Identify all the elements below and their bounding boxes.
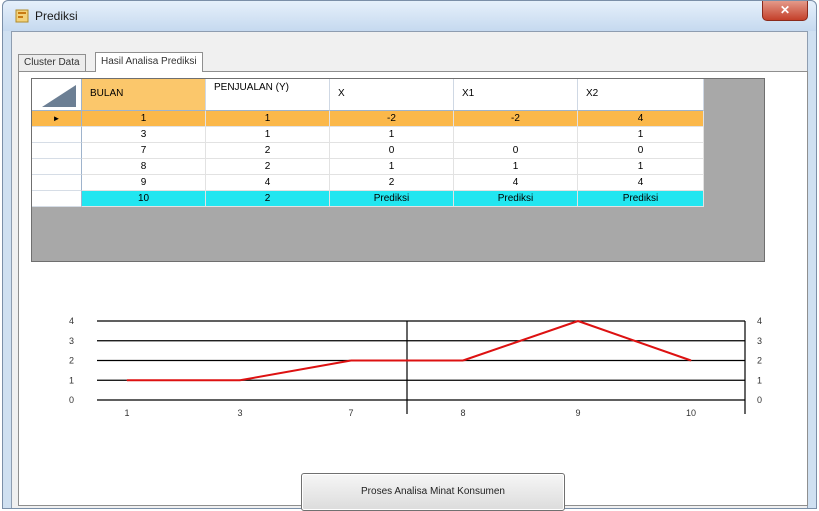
y-tick-label-right: 3 [757,336,762,346]
x-tick-label: 8 [460,408,465,418]
x-tick-label: 7 [348,408,353,418]
column-header[interactable]: X2 [578,79,704,111]
column-header[interactable]: BULAN [82,79,206,111]
grid-cell[interactable]: 10 [82,191,206,207]
grid-cell[interactable] [454,127,578,143]
data-point [690,360,692,361]
grid-cell[interactable]: 1 [206,111,330,127]
y-tick-label-right: 0 [757,395,762,405]
grid-cell[interactable]: 1 [578,159,704,175]
grid-cell[interactable]: 1 [82,111,206,127]
window-title: Prediksi [35,9,78,23]
y-tick-label-left: 1 [69,375,74,385]
row-header[interactable] [32,159,82,175]
prediksi-window: Prediksi ✕ Cluster Data Hasil Analisa Pr… [2,0,817,511]
y-tick-label-right: 4 [757,316,762,326]
data-point [126,379,128,381]
y-tick-label-left: 3 [69,336,74,346]
x-tick-label: 9 [575,408,580,418]
tab-page-hasil-analisa: BULAN PENJUALAN (Y) X X1 X2 ► 1 1 -2 -2 4 3 1 1 1 7 2 0 0 0… [18,71,808,511]
proses-analisa-button[interactable]: Proses Analisa Minat Konsumen [301,473,565,511]
series-line-segment [239,359,352,382]
column-header[interactable]: X1 [454,79,578,111]
grid-cell[interactable]: 1 [330,159,454,175]
row-header[interactable] [32,127,82,143]
grid-cell[interactable]: 2 [206,159,330,175]
window-left-frame [3,31,11,508]
grid-cell[interactable]: 1 [578,127,704,143]
y-tick-label-left: 2 [69,356,74,366]
data-point [239,379,241,381]
data-grid[interactable]: BULAN PENJUALAN (Y) X X1 X2 ► 1 1 -2 -2 4 3 1 1 1 7 2 0 0 0… [31,78,765,262]
grid-cell[interactable]: -2 [454,111,578,127]
select-all-corner[interactable] [32,79,82,111]
grid-cell[interactable]: 1 [454,159,578,175]
grid-cell[interactable]: 0 [578,143,704,159]
grid-cell[interactable]: 2 [206,191,330,207]
tab-cluster-data[interactable]: Cluster Data [18,54,86,71]
sales-line-chart: 0 0 1 1 2 2 3 3 4 4 1 3 7 8 9 10 [69,316,762,418]
grid-cell[interactable]: 2 [206,143,330,159]
grid-cell[interactable]: 7 [82,143,206,159]
grid-cell[interactable]: Prediksi [454,191,578,207]
client-area: Cluster Data Hasil Analisa Prediksi BULA… [11,31,808,511]
grid-cell[interactable]: 4 [578,175,704,191]
grid-cell[interactable]: 4 [578,111,704,127]
row-header[interactable] [32,191,82,207]
grid-cell[interactable]: Prediksi [578,191,704,207]
x-tick-label: 3 [237,408,242,418]
grid-cell[interactable]: 0 [454,143,578,159]
x-tick-label: 1 [124,408,129,418]
y-tick-label-right: 2 [757,356,762,366]
grid-cell[interactable]: -2 [330,111,454,127]
x-tick-label: 10 [686,408,696,418]
grid-cell[interactable]: 2 [330,175,454,191]
grid-cell[interactable]: 0 [330,143,454,159]
grid-cell[interactable]: 3 [82,127,206,143]
close-button[interactable]: ✕ [762,1,808,21]
tab-hasil-analisa-prediksi[interactable]: Hasil Analisa Prediksi [95,52,203,72]
grid-cell[interactable]: 8 [82,159,206,175]
title-bar[interactable]: Prediksi ✕ [3,1,816,31]
data-point [350,360,352,361]
grid-cell[interactable]: 4 [206,175,330,191]
row-header[interactable]: ► [32,111,82,127]
app-icon [15,9,29,23]
grid-cell[interactable]: 4 [454,175,578,191]
row-header[interactable] [32,143,82,159]
y-tick-label-left: 0 [69,395,74,405]
column-header[interactable]: X [330,79,454,111]
data-point [462,360,464,361]
grid-cell[interactable]: 9 [82,175,206,191]
grid-cell[interactable]: 1 [330,127,454,143]
y-tick-label-left: 4 [69,316,74,326]
row-header[interactable] [32,175,82,191]
column-header[interactable]: PENJUALAN (Y) [206,79,330,111]
data-point [577,320,579,322]
grid-cell[interactable]: Prediksi [330,191,454,207]
grid-cell[interactable]: 1 [206,127,330,143]
y-tick-label-right: 1 [757,375,762,385]
